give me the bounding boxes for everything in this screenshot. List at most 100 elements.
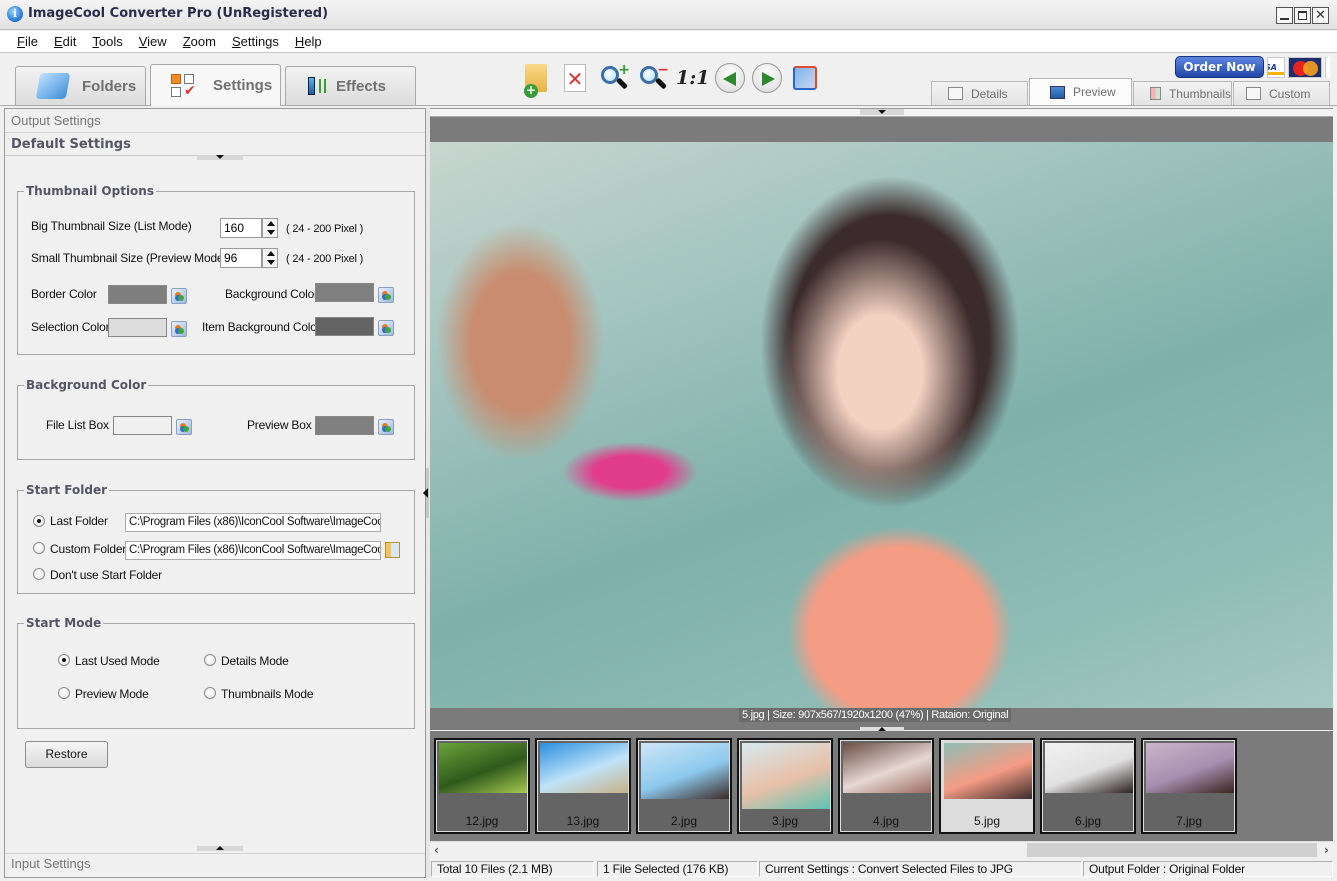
thumbnail-image [540,743,628,793]
last-used-mode-radio[interactable] [58,654,70,666]
menu-help-label: Help [294,34,322,49]
details-mode-radio[interactable] [204,654,216,666]
tab-details-label: Details [971,86,1008,101]
window-title: ImageCool Converter Pro (UnRegistered) [28,6,329,21]
tab-thumbnails[interactable]: Thumbnails [1133,81,1232,105]
input-settings-header[interactable]: Input Settings [5,853,425,875]
thumbnail-image [843,743,931,793]
small-thumbnail-size-input[interactable] [220,248,262,268]
preview-box-picker-icon[interactable] [378,419,394,435]
zoom-in-button[interactable]: + [598,62,630,94]
thumbnails-view-icon [1150,87,1161,100]
tab-settings[interactable]: ✔ Settings [150,64,281,106]
thumbnail-filename: 3.jpg [771,814,799,828]
collapse-up-grip[interactable] [197,846,243,851]
order-now-button[interactable]: Order Now [1175,56,1264,78]
thumbnail-item[interactable]: 6.jpg [1040,738,1136,834]
thumbnail-item[interactable]: 7.jpg [1141,738,1237,834]
item-background-color-swatch[interactable] [315,317,374,336]
tab-custom[interactable]: Custom [1233,81,1330,105]
tab-details[interactable]: Details [931,81,1028,105]
menu-view[interactable]: View [131,31,175,52]
add-folder-button[interactable] [520,62,552,94]
default-settings-header[interactable]: Default Settings [5,134,425,156]
effects-sliders-icon [308,73,330,99]
previous-image-button[interactable] [715,63,745,93]
scrollbar-thumb[interactable] [1027,843,1317,857]
zoom-out-button[interactable]: − [637,62,669,94]
custom-folder-radio[interactable] [33,542,45,554]
menu-file[interactable]: File [9,31,46,52]
tab-effects[interactable]: Effects [285,66,416,105]
border-color-picker-icon[interactable] [171,288,187,304]
browse-folder-icon[interactable] [385,542,400,558]
thumbnail-item[interactable]: 12.jpg [434,738,530,834]
app-info-icon: i [7,6,23,22]
thumbnail-scrollbar[interactable]: ‹ › [430,841,1333,859]
thumbnail-filename: 6.jpg [1074,814,1102,828]
restore-button[interactable]: Restore [25,741,108,768]
last-folder-path-input[interactable]: C:\Program Files (x86)\IconCool Software… [125,513,381,532]
big-thumbnail-size-stepper[interactable] [262,218,278,238]
rotate-button[interactable] [789,62,821,94]
actual-size-button[interactable]: 1:1 [676,62,709,94]
scroll-left-icon[interactable]: ‹ [434,843,439,857]
scroll-right-icon[interactable]: › [1324,843,1329,857]
start-folder-legend: Start Folder [24,483,110,497]
minimize-button[interactable] [1276,7,1293,24]
output-settings-header[interactable]: Output Settings [5,111,425,133]
menu-settings[interactable]: Settings [224,31,287,52]
selection-color-picker-icon[interactable] [171,321,187,337]
background-color-swatch[interactable] [315,283,374,302]
last-folder-radio[interactable] [33,515,45,527]
custom-view-icon [1246,87,1261,100]
file-list-box-picker-icon[interactable] [176,419,192,435]
menu-settings-label: Settings [231,34,279,49]
thumbnail-filename: 2.jpg [670,814,698,828]
folder-icon [35,73,71,99]
item-background-color-picker-icon[interactable] [378,320,394,336]
close-button[interactable]: ✕ [1312,7,1329,24]
preview-box-label: Preview Box [247,418,312,432]
menu-edit[interactable]: Edit [46,31,84,52]
thumbnail-item[interactable]: 13.jpg [535,738,631,834]
add-folder-icon [525,64,547,92]
custom-folder-path-input[interactable]: C:\Program Files (x86)\IconCool Software… [125,541,381,560]
start-mode-legend: Start Mode [24,616,104,630]
next-image-button[interactable] [752,63,782,93]
file-list-box-swatch[interactable] [113,416,172,435]
tab-folders[interactable]: Folders [15,66,146,105]
big-thumbnail-size-input[interactable] [220,218,262,238]
collapse-down-grip[interactable] [197,155,243,160]
preview-image[interactable]: Preview of 5.jpg: woman in coral top sta… [430,142,1333,708]
preview-collapse-grip[interactable] [860,109,904,115]
small-thumbnail-size-stepper[interactable] [262,248,278,268]
menu-help[interactable]: Help [287,31,330,52]
mastercard-icon [1288,57,1322,78]
no-start-folder-radio[interactable] [33,568,45,580]
delete-button[interactable]: ✕ [559,62,591,94]
selection-color-swatch[interactable] [108,318,167,337]
thumbnails-mode-radio[interactable] [204,687,216,699]
collapse-left-arrow-icon[interactable] [423,488,428,498]
thumbnail-image [439,743,527,793]
maximize-button[interactable] [1294,7,1311,24]
thumbnail-options-group: Thumbnail Options Big Thumbnail Size (Li… [17,184,415,355]
tab-custom-label: Custom [1269,86,1311,101]
tab-preview[interactable]: Preview [1029,78,1132,105]
preview-box-swatch[interactable] [315,416,374,435]
small-thumbnail-size-label: Small Thumbnail Size (Preview Mode) [31,251,228,265]
thumbnail-item[interactable]: 5.jpg [939,738,1035,834]
status-total-files: Total 10 Files (2.1 MB) [431,861,594,877]
thumbnail-item[interactable]: 2.jpg [636,738,732,834]
border-color-swatch[interactable] [108,285,167,304]
preview-mode-radio[interactable] [58,687,70,699]
menu-tools[interactable]: Tools [84,31,130,52]
item-background-color-label: Item Background Color [202,320,321,334]
menu-zoom[interactable]: Zoom [175,31,224,52]
background-color-picker-icon[interactable] [378,287,394,303]
thumbnail-item[interactable]: 3.jpg [737,738,833,834]
big-thumbnail-range: ( 24 - 200 Pixel ) [286,223,364,235]
thumbnail-item[interactable]: 4.jpg [838,738,934,834]
rotate-icon [793,66,817,90]
